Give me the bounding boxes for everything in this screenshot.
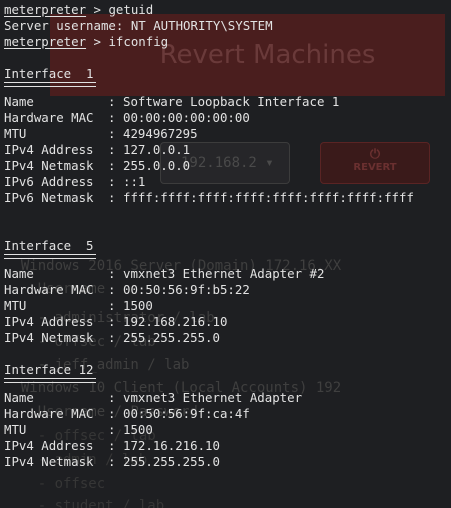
row-separator: : — [108, 190, 123, 205]
interface-row: IPv4 Netmask: 255.255.255.0 — [4, 330, 451, 346]
row-value: 172.16.216.10 — [123, 438, 220, 453]
row-separator: : — [108, 314, 123, 329]
row-value: 255.0.0.0 — [123, 158, 191, 173]
row-separator: : — [108, 110, 123, 125]
row-value: vmxnet3 Ethernet Adapter — [123, 390, 303, 405]
meterpreter-prompt: meterpreter — [4, 2, 87, 17]
row-key: IPv4 Address — [4, 314, 94, 329]
interface-title: Interface 12 — [4, 362, 94, 377]
row-value: 255.255.255.0 — [123, 454, 220, 469]
row-key: Hardware MAC — [4, 406, 94, 421]
command-text: > getuid — [86, 2, 154, 17]
row-separator: : — [108, 174, 123, 189]
row-value: 192.168.216.10 — [123, 314, 228, 329]
interface-title: Interface 5 — [4, 238, 94, 253]
meterpreter-terminal[interactable]: meterpreter > getuid Server username: NT… — [0, 0, 451, 508]
row-value: ffff:ffff:ffff:ffff:ffff:ffff:ffff:ffff — [123, 190, 414, 205]
row-separator: : — [108, 298, 123, 313]
interface-title: Interface 1 — [4, 66, 94, 81]
command-text: > ifconfig — [86, 34, 169, 49]
row-separator: : — [108, 330, 123, 345]
row-key: Name — [4, 94, 34, 109]
row-key: MTU — [4, 298, 27, 313]
interface-row: IPv4 Netmask: 255.255.255.0 — [4, 454, 451, 470]
row-separator: : — [108, 438, 123, 453]
interface-row: MTU: 1500 — [4, 422, 451, 438]
row-value: 00:50:56:9f:b5:22 — [123, 282, 250, 297]
meterpreter-prompt: meterpreter — [4, 34, 87, 49]
row-separator: : — [108, 406, 123, 421]
interface-row: Name: vmxnet3 Ethernet Adapter — [4, 390, 451, 406]
row-key: MTU — [4, 422, 27, 437]
row-separator: : — [108, 454, 123, 469]
row-separator: : — [108, 266, 123, 281]
double-underline — [4, 378, 96, 383]
interface-row: MTU: 1500 — [4, 298, 451, 314]
row-key: IPv4 Netmask — [4, 330, 94, 345]
row-key: Name — [4, 390, 34, 405]
row-value: 00:50:56:9f:ca:4f — [123, 406, 250, 421]
row-value: 127.0.0.1 — [123, 142, 191, 157]
row-key: MTU — [4, 126, 27, 141]
row-key: IPv4 Netmask — [4, 454, 94, 469]
row-separator: : — [108, 142, 123, 157]
interface-row: IPv6 Netmask: ffff:ffff:ffff:ffff:ffff:f… — [4, 190, 451, 206]
row-key: Hardware MAC — [4, 110, 94, 125]
command-line-getuid: meterpreter > getuid — [4, 2, 451, 18]
row-key: IPv6 Netmask — [4, 190, 94, 205]
row-value: 4294967295 — [123, 126, 198, 141]
row-value: vmxnet3 Ethernet Adapter #2 — [123, 266, 325, 281]
row-value: 1500 — [123, 298, 153, 313]
interface-row: Name: Software Loopback Interface 1 — [4, 94, 451, 110]
interface-row: IPv6 Address: ::1 — [4, 174, 451, 190]
double-underline — [4, 254, 96, 259]
row-key: IPv4 Address — [4, 438, 94, 453]
interface-row: MTU: 4294967295 — [4, 126, 451, 142]
row-separator: : — [108, 282, 123, 297]
command-line-ifconfig: meterpreter > ifconfig — [4, 34, 451, 50]
row-key: Name — [4, 266, 34, 281]
row-value: 1500 — [123, 422, 153, 437]
interface-row: IPv4 Address: 192.168.216.10 — [4, 314, 451, 330]
row-separator: : — [108, 126, 123, 141]
interface-row: Hardware MAC: 00:50:56:9f:b5:22 — [4, 282, 451, 298]
row-separator: : — [108, 158, 123, 173]
getuid-output: Server username: NT AUTHORITY\SYSTEM — [4, 18, 273, 33]
row-key: IPv6 Address — [4, 174, 94, 189]
row-key: IPv4 Address — [4, 142, 94, 157]
row-separator: : — [108, 422, 123, 437]
row-value: ::1 — [123, 174, 146, 189]
row-key: Hardware MAC — [4, 282, 94, 297]
interface-row: Hardware MAC: 00:00:00:00:00:00 — [4, 110, 451, 126]
interface-row: IPv4 Address: 127.0.0.1 — [4, 142, 451, 158]
row-value: 00:00:00:00:00:00 — [123, 110, 250, 125]
interface-row: IPv4 Address: 172.16.216.10 — [4, 438, 451, 454]
interface-row: Name: vmxnet3 Ethernet Adapter #2 — [4, 266, 451, 282]
double-underline — [4, 82, 96, 87]
row-value: Software Loopback Interface 1 — [123, 94, 340, 109]
interface-row: Hardware MAC: 00:50:56:9f:ca:4f — [4, 406, 451, 422]
row-separator: : — [108, 390, 123, 405]
interface-row: IPv4 Netmask: 255.0.0.0 — [4, 158, 451, 174]
row-value: 255.255.255.0 — [123, 330, 220, 345]
row-key: IPv4 Netmask — [4, 158, 94, 173]
row-separator: : — [108, 94, 123, 109]
